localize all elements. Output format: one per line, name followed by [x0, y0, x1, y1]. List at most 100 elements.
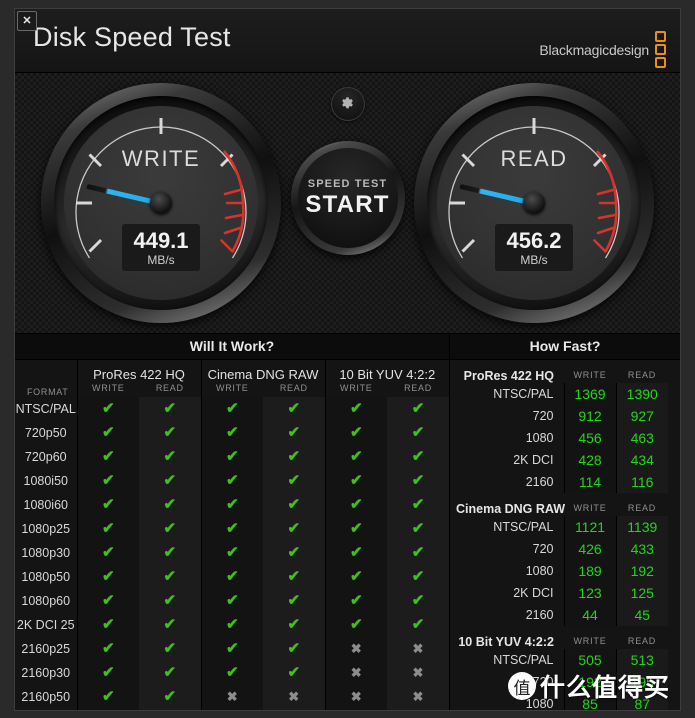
check-icon: ✔ — [163, 448, 177, 465]
check-icon: ✔ — [411, 544, 425, 561]
speed-value-read: 434 — [615, 449, 668, 471]
resolution-label: 1080 — [525, 431, 554, 445]
cross-icon: ✖ — [350, 689, 362, 704]
speed-value-read: 87 — [615, 693, 668, 710]
support-cell: ✖ — [324, 661, 387, 685]
how-fast-codec-label: 10 Bit YUV 4:2:2 — [458, 635, 554, 649]
support-cell: ✔ — [76, 541, 139, 565]
table-row: 1080p30 ✔ ✔ ✔ ✔ ✔ ✔ — [15, 541, 449, 565]
table-row: 1080 189 192 — [456, 560, 668, 582]
speed-value-read: 927 — [615, 405, 668, 427]
check-icon: ✔ — [163, 520, 177, 537]
how-fast-col-header: WRITE — [573, 369, 607, 380]
support-cell: ✔ — [263, 565, 325, 589]
check-icon: ✔ — [101, 472, 115, 489]
support-cell: ✔ — [263, 661, 325, 685]
speed-value-write: 912 — [563, 405, 616, 427]
support-cell: ✔ — [387, 421, 449, 445]
table-row: 2K DCI 123 125 — [456, 582, 668, 604]
support-cell: ✔ — [76, 397, 139, 421]
support-cell: ✔ — [200, 613, 263, 637]
check-icon: ✔ — [287, 616, 301, 633]
will-it-work-table: FORMAT ProRes 422 HQ Cinema DNG RAW 10 B… — [15, 360, 449, 710]
table-row: 720 912 927 — [456, 405, 668, 427]
check-icon: ✔ — [225, 520, 239, 537]
check-icon: ✔ — [101, 592, 115, 609]
subheader-yuv-read: READ — [404, 383, 432, 393]
support-cell: ✔ — [387, 565, 449, 589]
write-gauge-label: WRITE — [121, 146, 201, 171]
speed-value-write: 114 — [563, 471, 616, 493]
support-cell: ✔ — [139, 565, 201, 589]
format-label: 1080p25 — [21, 522, 71, 536]
support-cell: ✔ — [76, 637, 139, 661]
check-icon: ✔ — [411, 424, 425, 441]
support-cell: ✔ — [200, 541, 263, 565]
support-cell: ✔ — [263, 637, 325, 661]
how-fast-title: How Fast? — [450, 334, 680, 360]
table-row: 2K DCI 25 ✔ ✔ ✔ ✔ ✔ ✔ — [15, 613, 449, 637]
support-cell: ✔ — [200, 589, 263, 613]
support-cell: ✖ — [263, 709, 325, 710]
support-cell: ✔ — [139, 709, 201, 710]
gauge-area: WRITE 449.1 MB/s READ 456.2 MB/s SPEED T… — [15, 73, 680, 334]
check-icon: ✔ — [287, 544, 301, 561]
will-it-work-thead: FORMAT ProRes 422 HQ Cinema DNG RAW 10 B… — [15, 360, 449, 397]
check-icon: ✔ — [225, 472, 239, 489]
support-cell: ✔ — [76, 493, 139, 517]
will-it-work-tbody: NTSC/PAL ✔ ✔ ✔ ✔ ✔ ✔ 720p50 ✔ ✔ ✔ ✔ ✔ ✔ 720p60 ✔ ✔ ✔ ✔ ✔ ✔ 10… — [15, 397, 449, 710]
support-cell: ✔ — [139, 469, 201, 493]
cross-icon: ✖ — [412, 665, 424, 680]
check-icon: ✔ — [225, 640, 239, 657]
read-gauge: READ 456.2 MB/s — [414, 83, 654, 323]
support-cell: ✔ — [139, 421, 201, 445]
speed-test-start-button[interactable]: SPEED TEST START — [290, 141, 405, 255]
support-cell: ✔ — [324, 541, 387, 565]
support-cell: ✖ — [263, 685, 325, 709]
settings-button[interactable] — [330, 87, 365, 121]
how-fast-col-header: READ — [627, 635, 657, 646]
speed-value-read: 125 — [615, 582, 668, 604]
speed-value-read: 116 — [615, 471, 668, 493]
check-icon: ✔ — [411, 592, 425, 609]
support-cell: ✔ — [263, 493, 325, 517]
speed-value-write: 192 — [563, 671, 616, 693]
format-label: 2160p50 — [21, 690, 71, 704]
check-icon: ✔ — [411, 400, 425, 417]
page-title: Disk Speed Test — [33, 22, 231, 52]
check-icon: ✔ — [163, 688, 177, 705]
table-row: 1080i60 ✔ ✔ ✔ ✔ ✔ ✔ — [15, 493, 449, 517]
support-cell: ✔ — [387, 445, 449, 469]
how-fast-table: 10 Bit YUV 4:2:2 WRITE READ NTSC/PAL 505 513 7… — [456, 635, 668, 710]
check-icon: ✔ — [287, 472, 301, 489]
table-row: NTSC/PAL ✔ ✔ ✔ ✔ ✔ ✔ — [15, 397, 449, 421]
speed-value-read: 45 — [615, 604, 668, 626]
check-icon: ✔ — [411, 448, 425, 465]
check-icon: ✔ — [163, 664, 177, 681]
check-icon: ✔ — [101, 544, 115, 561]
check-icon: ✔ — [101, 616, 115, 633]
start-button-label: START — [305, 190, 390, 218]
support-cell: ✔ — [76, 445, 139, 469]
check-icon: ✔ — [101, 496, 115, 513]
support-cell: ✔ — [139, 541, 201, 565]
table-row: 1080p50 ✔ ✔ ✔ ✔ ✔ ✔ — [15, 565, 449, 589]
subheader-dng-read: READ — [279, 383, 308, 393]
format-label: 2160p30 — [21, 666, 71, 680]
support-cell: ✔ — [139, 445, 201, 469]
resolution-label: 720 — [532, 675, 554, 689]
speed-value-write: 456 — [563, 427, 616, 449]
table-row: 2160p30 ✔ ✔ ✔ ✔ ✖ ✖ — [15, 661, 449, 685]
table-row: 1080p25 ✔ ✔ ✔ ✔ ✔ ✔ — [15, 517, 449, 541]
check-icon: ✔ — [287, 568, 301, 585]
support-cell: ✔ — [139, 493, 201, 517]
check-icon: ✔ — [349, 616, 363, 633]
support-cell: ✖ — [200, 685, 263, 709]
close-button[interactable]: ✕ — [17, 11, 37, 31]
check-icon: ✔ — [225, 544, 239, 561]
resolution-label: 720 — [532, 409, 554, 423]
support-cell: ✔ — [263, 421, 325, 445]
support-cell: ✔ — [76, 517, 139, 541]
how-fast-header-row: Cinema DNG RAW WRITE READ — [456, 502, 668, 516]
how-fast-panel: How Fast? ProRes 422 HQ WRITE READ NTSC/PAL… — [449, 334, 680, 710]
